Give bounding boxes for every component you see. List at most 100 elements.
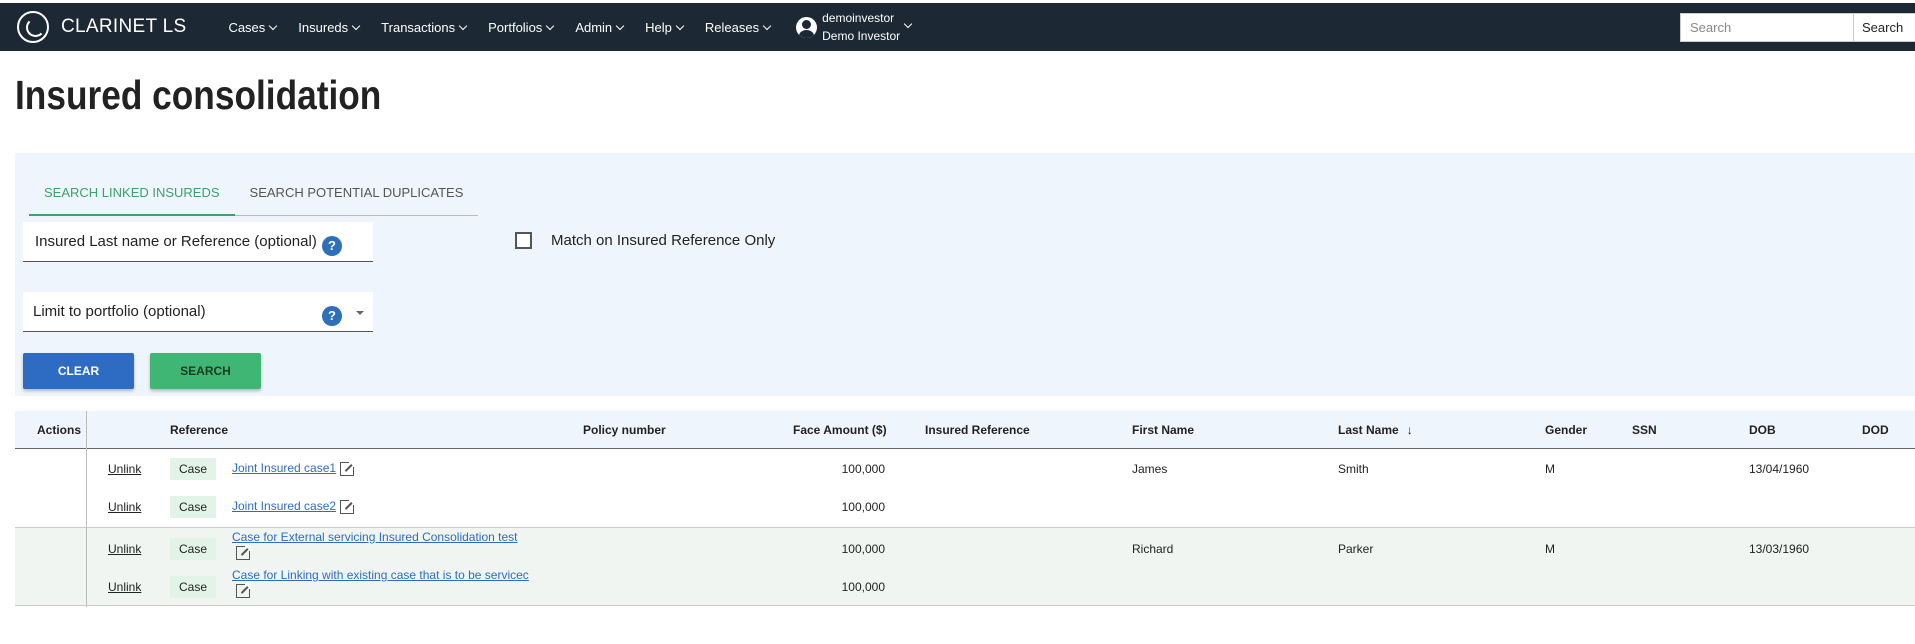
nav-help[interactable]: Help [645,19,685,35]
chevron-down-icon [546,21,555,30]
reference-cell: Joint Insured case2 [232,498,356,514]
logo[interactable]: CLARINET LS [17,11,186,43]
top-navbar: CLARINET LS Cases Insureds Transactions … [0,3,1915,51]
tab-bar: SEARCH LINKED INSUREDS SEARCH POTENTIAL … [29,175,479,216]
reference-link[interactable]: Joint Insured case1 [232,461,336,475]
chevron-down-icon [903,19,913,29]
nav-label: Portfolios [488,19,543,35]
last-name-cell: Smith [1338,462,1369,476]
reference-link[interactable]: Joint Insured case2 [232,499,336,513]
unlink-link[interactable]: Unlink [108,500,141,514]
external-link-icon[interactable] [340,460,356,476]
nav-label: Cases [228,19,266,35]
first-name-cell: Richard [1132,542,1174,556]
table-row: Unlink Case Joint Insured case2 100,000 [15,488,1915,526]
chevron-down-icon [458,21,468,30]
portfolio-placeholder: Limit to portfolio (optional) [33,303,206,320]
user-display-name: Demo Investor [822,29,901,43]
brand-name: CLARINET LS [61,16,187,37]
global-search: Search [1680,13,1915,42]
logo-icon [17,11,49,43]
col-gender[interactable]: Gender [1545,423,1587,437]
external-link-icon[interactable] [236,582,251,598]
dropdown-caret-icon [356,311,364,315]
nav-label: Admin [575,19,613,35]
nav-releases[interactable]: Releases [704,19,772,35]
col-ssn[interactable]: SSN [1632,423,1657,437]
main-nav: Cases Insureds Transactions Portfolios A… [228,20,792,35]
chevron-down-icon [615,21,625,30]
nav-cases[interactable]: Cases [228,19,278,35]
face-amount-cell: 100,000 [841,542,885,556]
search-submit-button[interactable]: SEARCH [150,353,261,389]
nav-label: Help [645,19,672,35]
table-row: Unlink Case Case for Linking with existi… [15,566,1915,604]
actions-column-divider [86,411,87,607]
nav-insureds[interactable]: Insureds [298,20,361,35]
reference-link[interactable]: Case for External servicing Insured Cons… [232,530,517,544]
help-icon[interactable]: ? [322,306,342,326]
table-row-group: Unlink Case Case for External servicing … [15,528,1915,606]
col-dod[interactable]: DOD [1862,423,1889,437]
face-amount-cell: 100,000 [841,580,885,594]
help-icon[interactable]: ? [322,236,342,256]
last-name-cell: Parker [1338,542,1374,556]
chevron-down-icon [762,21,772,30]
nav-portfolios[interactable]: Portfolios [488,19,555,35]
chevron-down-icon [675,21,685,30]
last-name-input[interactable]: Insured Last name or Reference (optional… [23,222,373,262]
col-dob[interactable]: DOB [1749,423,1776,437]
user-text: demoinvestor Demo Investor [822,9,900,45]
table-row: Unlink Case Joint Insured case1 100,000 … [15,450,1915,488]
reference-link[interactable]: Case for Linking with existing case that… [232,568,529,582]
search-button[interactable]: Search [1854,13,1915,42]
nav-transactions[interactable]: Transactions [381,19,468,35]
col-policy-number[interactable]: Policy number [583,423,666,437]
gender-cell: M [1545,542,1555,556]
col-reference[interactable]: Reference [170,423,228,437]
reference-cell: Case for External servicing Insured Cons… [232,530,562,560]
face-amount-cell: 100,000 [841,462,885,476]
match-reference-label: Match on Insured Reference Only [551,232,776,249]
col-actions: Actions [37,423,82,437]
case-badge: Case [170,496,217,518]
face-amount-cell: 100,000 [841,500,885,514]
col-insured-reference[interactable]: Insured Reference [925,423,1030,437]
nav-admin[interactable]: Admin [575,19,625,35]
table-header: Actions Reference Policy number Face Amo… [15,411,1915,449]
case-badge: Case [170,576,217,598]
portfolio-select[interactable]: Limit to portfolio (optional) [23,292,373,332]
sort-down-icon: ↓ [1406,423,1413,437]
external-link-icon[interactable] [236,544,251,560]
gender-cell: M [1545,462,1555,476]
table-row: Unlink Case Case for External servicing … [15,528,1915,566]
col-last-name-label: Last Name [1338,423,1399,437]
first-name-cell: James [1132,462,1168,476]
unlink-link[interactable]: Unlink [108,542,141,556]
unlink-link[interactable]: Unlink [108,580,141,594]
tab-search-potential-duplicates[interactable]: SEARCH POTENTIAL DUPLICATES [235,175,479,215]
dob-cell: 13/04/1960 [1749,462,1810,476]
col-face-amount[interactable]: Face Amount ($) [793,423,887,437]
case-badge: Case [170,458,217,480]
nav-label: Transactions [381,19,456,35]
tab-search-linked-insureds[interactable]: SEARCH LINKED INSUREDS [29,175,235,216]
case-badge: Case [170,538,217,560]
chevron-down-icon [351,21,361,30]
clear-button[interactable]: CLEAR [23,353,134,389]
chevron-down-icon [269,21,278,30]
external-link-icon[interactable] [340,498,356,514]
user-menu[interactable]: demoinvestor Demo Investor [796,9,913,45]
match-reference-checkbox[interactable] [515,232,532,249]
unlink-link[interactable]: Unlink [108,462,141,476]
table-row-group: Unlink Case Joint Insured case1 100,000 … [15,450,1915,528]
col-last-name[interactable]: Last Name ↓ [1338,423,1413,437]
col-first-name[interactable]: First Name [1132,423,1194,437]
reference-cell: Joint Insured case1 [232,460,356,476]
search-input[interactable] [1680,13,1854,42]
user-avatar-icon [796,16,818,38]
last-name-placeholder: Insured Last name or Reference (optional… [35,233,317,250]
username: demoinvestor [822,11,895,25]
dob-cell: 13/03/1960 [1749,542,1810,556]
nav-label: Releases [704,19,760,35]
